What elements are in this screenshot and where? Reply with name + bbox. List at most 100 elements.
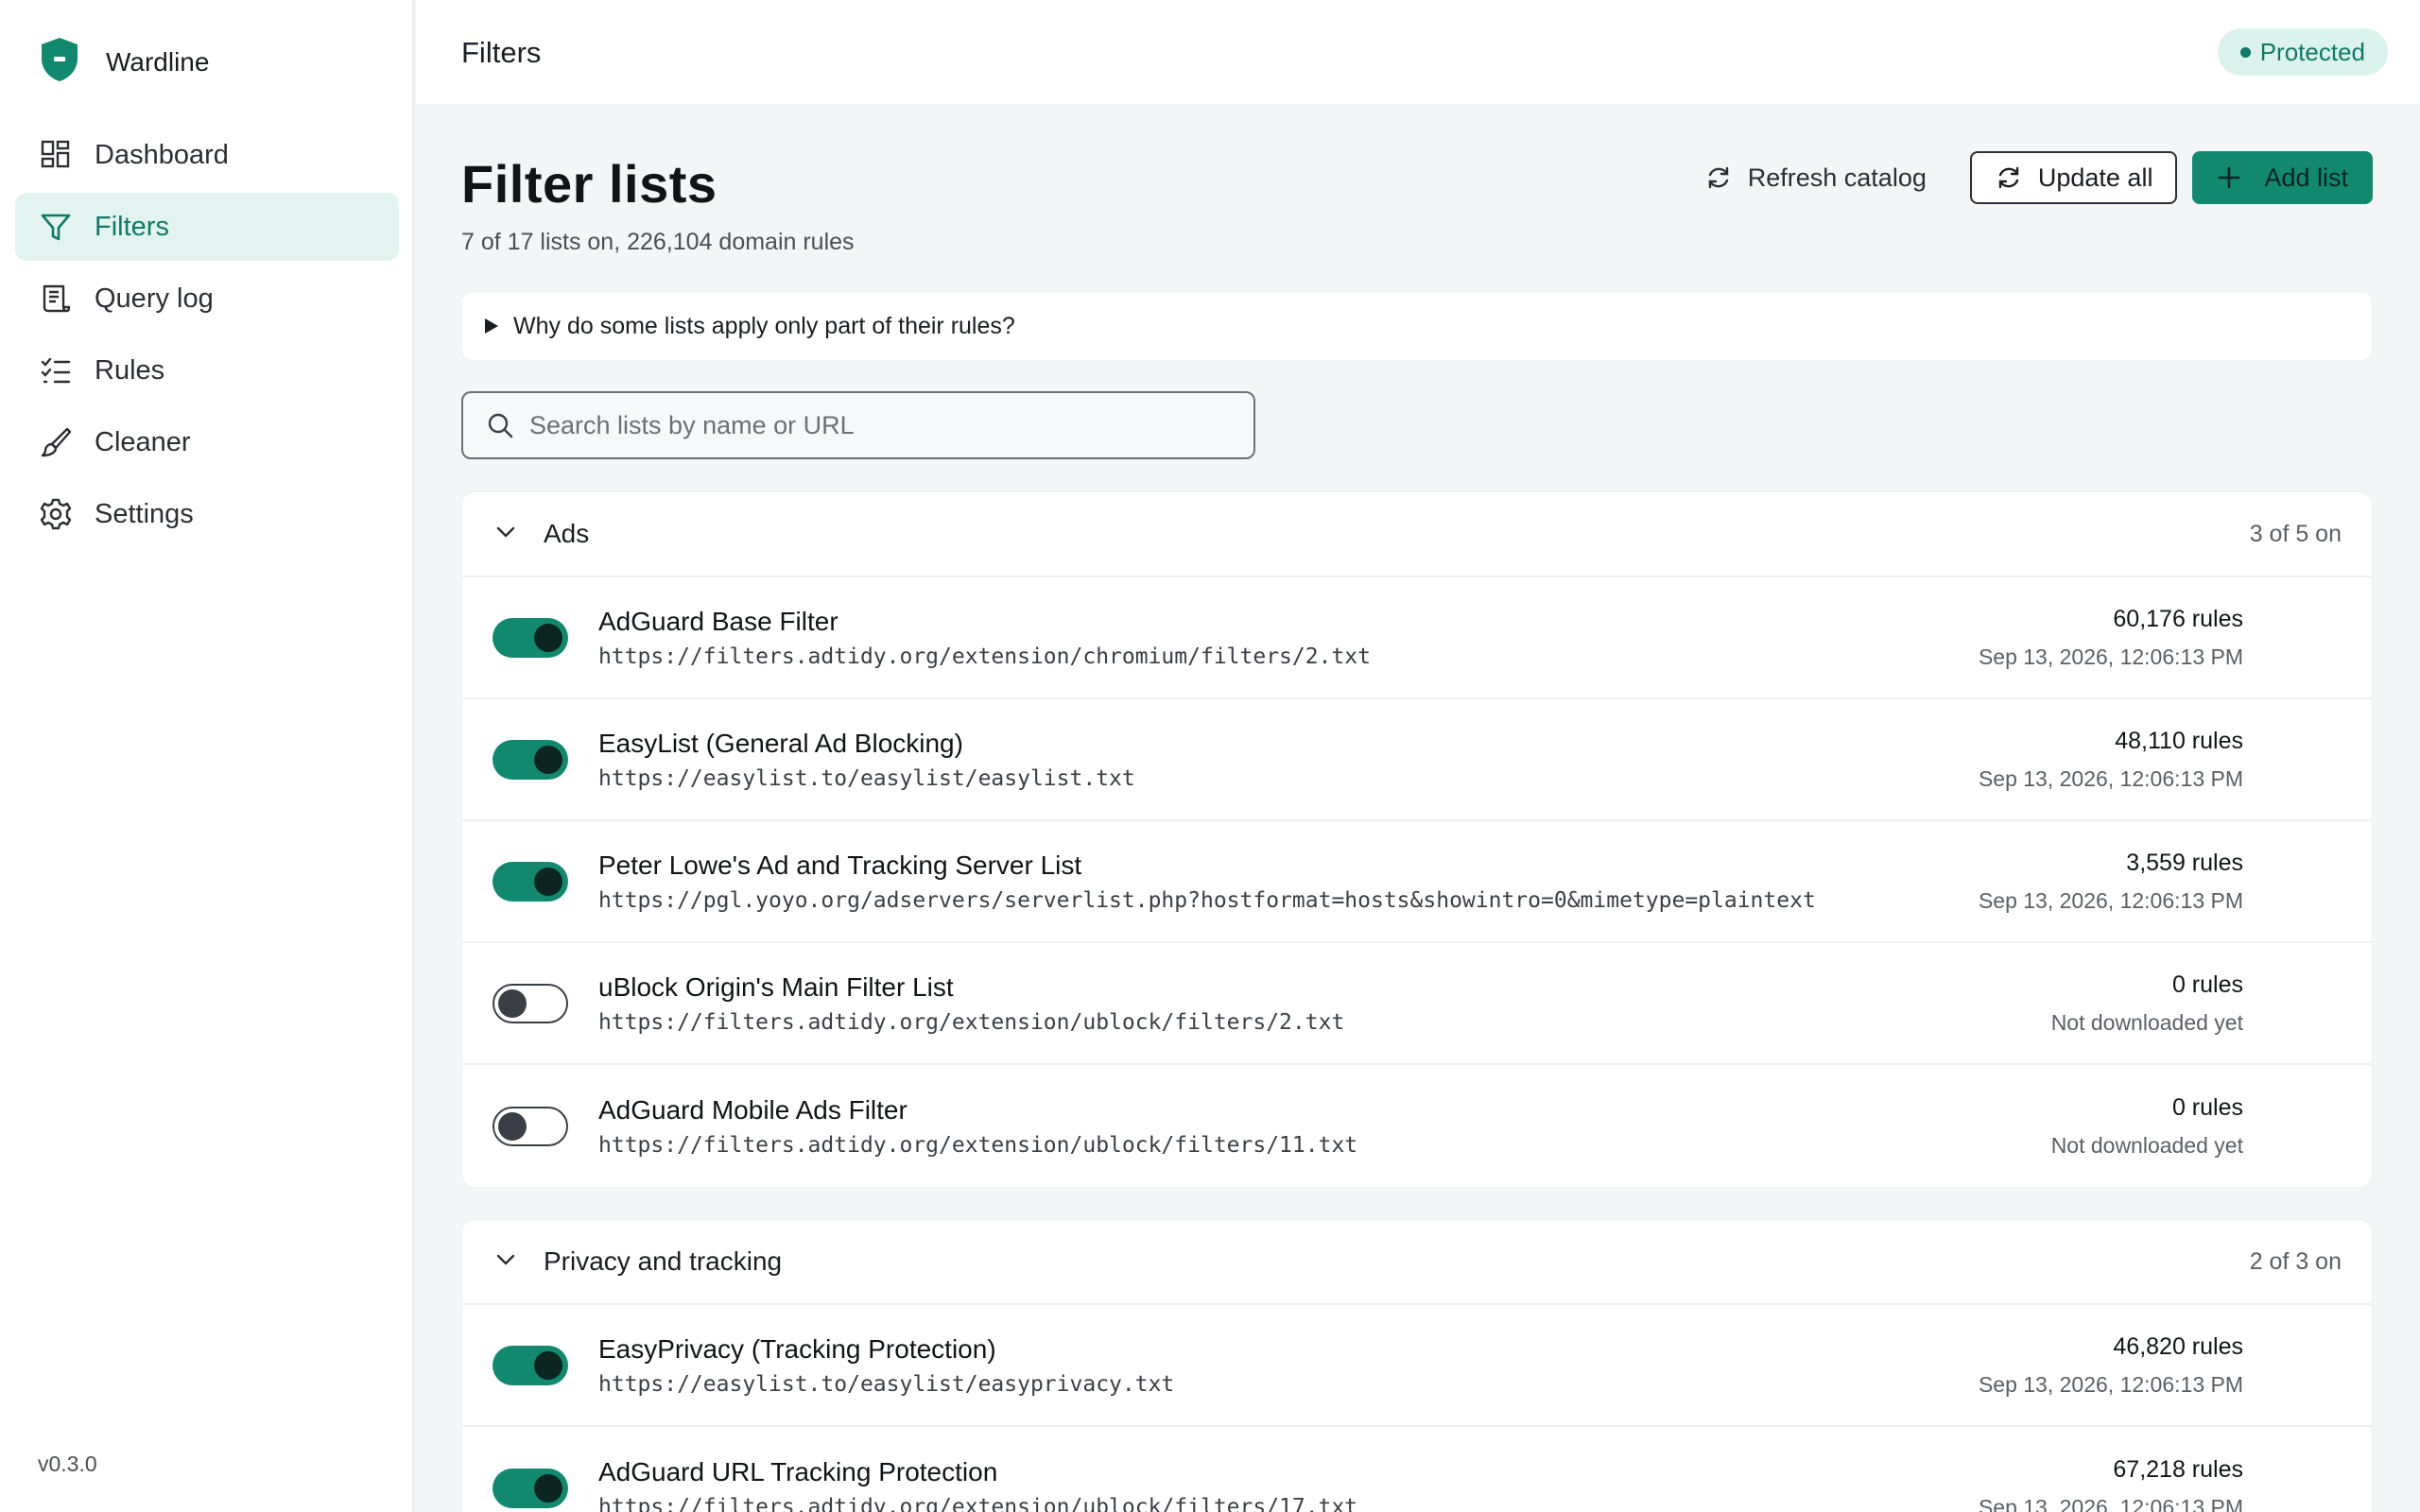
list-name: Peter Lowe's Ad and Tracking Server List — [598, 850, 1082, 880]
sidebar-item-label: Rules — [95, 354, 165, 386]
list-meta: 67,218 rules Sep 13, 2026, 12:06:13 PM — [1979, 1456, 2243, 1512]
refresh-catalog-button[interactable]: Refresh catalog — [1682, 151, 1949, 204]
list-rule-count: 3,559 rules — [2126, 849, 2243, 876]
app-name: Wardline — [106, 46, 210, 77]
group-count: 2 of 3 on — [2249, 1247, 2342, 1275]
why-partial-rules-disclosure[interactable]: Why do some lists apply only part of the… — [461, 291, 2373, 361]
list-url: https://filters.adtidy.org/extension/ubl… — [598, 1009, 1345, 1035]
list-name: AdGuard Mobile Ads Filter — [598, 1094, 908, 1125]
query-log-icon — [38, 281, 74, 317]
brand[interactable]: Wardline — [38, 36, 209, 88]
list-meta: 3,559 rules Sep 13, 2026, 12:06:13 PM — [1979, 850, 2243, 914]
list-name: uBlock Origin's Main Filter List — [598, 971, 954, 1002]
list-enable-toggle[interactable] — [493, 739, 568, 780]
list-enable-toggle[interactable] — [493, 1468, 568, 1508]
list-meta: 60,176 rules Sep 13, 2026, 12:06:13 PM — [1979, 606, 2243, 670]
list-enable-toggle[interactable] — [493, 861, 568, 902]
page-subtitle: 7 of 17 lists on, 226,104 domain rules — [461, 229, 855, 255]
sidebar-item-filters[interactable]: Filters — [15, 193, 399, 261]
list-enable-toggle[interactable] — [493, 617, 568, 658]
group-header[interactable]: Privacy and tracking 2 of 3 on — [462, 1220, 2372, 1305]
list-rule-count: 60,176 rules — [2113, 605, 2243, 632]
rules-icon — [38, 352, 74, 388]
list-enable-toggle[interactable] — [493, 1106, 568, 1146]
group-header[interactable]: Ads 3 of 5 on — [462, 492, 2372, 577]
list-url: https://easylist.to/easylist/easylist.tx… — [598, 765, 1135, 791]
filter-list-row: EasyList (General Ad Blocking) https://ea… — [462, 699, 2372, 821]
sidebar-item-label: Filters — [95, 211, 169, 242]
filter-list-row: Peter Lowe's Ad and Tracking Server List… — [462, 821, 2372, 943]
list-meta: 0 rules Not downloaded yet — [2051, 971, 2243, 1036]
plus-icon — [2219, 166, 2240, 189]
list-name: EasyList (General Ad Blocking) — [598, 728, 963, 758]
gear-icon — [38, 496, 74, 532]
list-info: EasyPrivacy (Tracking Protection) https:/… — [598, 1334, 1174, 1397]
update-all-label: Update all — [2037, 163, 2153, 192]
shield-logo-icon — [38, 36, 81, 88]
list-url: https://filters.adtidy.org/extension/chr… — [598, 644, 1371, 669]
filter-list-row: AdGuard Base Filter https://filters.adtid… — [462, 577, 2372, 699]
sidebar-item-cleaner[interactable]: Cleaner — [15, 408, 399, 476]
dashboard-icon — [38, 137, 74, 173]
list-updated: Sep 13, 2026, 12:06:13 PM — [1978, 765, 2243, 791]
filter-list-row: uBlock Origin's Main Filter List https://… — [462, 943, 2372, 1065]
add-list-button[interactable]: Add list — [2192, 151, 2373, 204]
list-info: uBlock Origin's Main Filter List https://… — [598, 972, 1344, 1035]
update-all-button[interactable]: Update all — [1969, 151, 2178, 204]
toggle-knob — [534, 1350, 562, 1380]
sidebar-item-settings[interactable]: Settings — [15, 480, 399, 548]
list-info: AdGuard URL Tracking Protection https://f… — [598, 1457, 1357, 1512]
page-title: Filter lists — [461, 154, 717, 214]
toggle-knob — [534, 1473, 562, 1503]
list-meta: 46,820 rules Sep 13, 2026, 12:06:13 PM — [1979, 1333, 2243, 1398]
status-text: Protected — [2259, 37, 2365, 66]
sidebar-item-label: Query log — [95, 283, 214, 314]
search-icon — [488, 413, 513, 438]
list-url: https://easylist.to/easylist/easyprivacy… — [598, 1371, 1175, 1397]
sidebar-nav: Dashboard Filters Query log Rules Cleane… — [15, 121, 399, 552]
list-info: EasyList (General Ad Blocking) https://ea… — [598, 729, 1135, 791]
list-enable-toggle[interactable] — [493, 1345, 568, 1385]
topbar-title: Filters — [461, 36, 542, 69]
list-url: https://pgl.yoyo.org/adservers/serverlis… — [598, 887, 1816, 913]
list-updated: Not downloaded yet — [2050, 1132, 2243, 1158]
refresh-icon — [1708, 166, 1728, 189]
list-info: AdGuard Base Filter https://filters.adtid… — [598, 607, 1371, 669]
group-name: Privacy and tracking — [544, 1246, 783, 1276]
refresh-catalog-label: Refresh catalog — [1747, 163, 1927, 192]
list-meta: 0 rules Not downloaded yet — [2051, 1094, 2243, 1159]
list-updated: Sep 13, 2026, 12:06:13 PM — [1978, 1494, 2243, 1512]
sidebar-item-rules[interactable]: Rules — [15, 336, 399, 404]
list-updated: Sep 13, 2026, 12:06:13 PM — [1978, 1371, 2243, 1397]
list-updated: Sep 13, 2026, 12:06:13 PM — [1978, 644, 2243, 669]
app-version: v0.3.0 — [38, 1452, 97, 1476]
refresh-icon — [1998, 166, 2019, 189]
list-name: EasyPrivacy (Tracking Protection) — [598, 1333, 996, 1364]
filter-list-row: AdGuard Mobile Ads Filter https://filters… — [462, 1065, 2372, 1187]
search-input[interactable] — [529, 410, 1248, 440]
list-rule-count: 67,218 rules — [2113, 1455, 2243, 1483]
toggle-knob — [498, 1111, 527, 1141]
list-enable-toggle[interactable] — [493, 983, 568, 1023]
sidebar-item-dashboard[interactable]: Dashboard — [15, 121, 399, 189]
status-badge: Protected — [2217, 28, 2388, 76]
list-name: AdGuard URL Tracking Protection — [598, 1456, 998, 1486]
list-rule-count: 0 rules — [2171, 1093, 2243, 1121]
toggle-knob — [498, 988, 527, 1018]
sidebar-item-query-log[interactable]: Query log — [15, 265, 399, 333]
brush-icon — [38, 424, 74, 460]
disclosure-triangle-icon — [485, 318, 498, 334]
toggle-knob — [534, 867, 562, 896]
chevron-down-icon — [493, 519, 519, 550]
group-count: 3 of 5 on — [2249, 520, 2342, 547]
list-info: Peter Lowe's Ad and Tracking Server List… — [598, 850, 1816, 913]
sidebar-item-label: Settings — [95, 498, 194, 529]
list-name: AdGuard Base Filter — [598, 606, 838, 636]
add-list-label: Add list — [2264, 163, 2348, 192]
toggle-knob — [534, 745, 562, 774]
topbar: Filters Protected — [416, 0, 2420, 104]
list-updated: Sep 13, 2026, 12:06:13 PM — [1978, 887, 2243, 913]
list-rule-count: 48,110 rules — [2115, 727, 2243, 754]
why-partial-rules-text: Why do some lists apply only part of the… — [513, 312, 1015, 339]
filter-icon — [38, 209, 74, 245]
